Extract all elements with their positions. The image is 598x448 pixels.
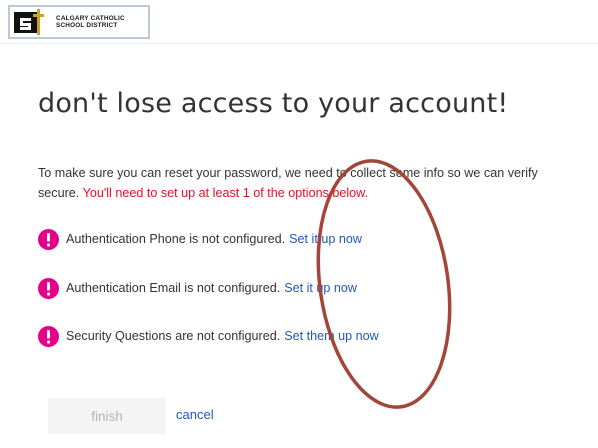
district-logo-mark-icon [14, 9, 44, 35]
finish-button[interactable]: finish [48, 398, 166, 434]
method-status-email: Authentication Email is not configured. [66, 281, 281, 295]
district-name-line1: CALGARY CATHOLIC [56, 14, 125, 22]
page-title: don't lose access to your account! [38, 88, 509, 119]
intro-warning: You'll need to set up at least 1 of the … [82, 186, 369, 200]
exclamation-circle-icon [38, 277, 59, 299]
method-status-questions: Security Questions are not configured. [66, 329, 281, 343]
district-name: CALGARY CATHOLIC SCHOOL DISTRICT [56, 15, 125, 30]
exclamation-circle-icon [38, 228, 59, 250]
method-row-questions: Security Questions are not configured. S… [38, 325, 379, 347]
exclamation-circle-icon [38, 325, 59, 347]
method-row-phone: Authentication Phone is not configured. … [38, 228, 362, 250]
method-row-email: Authentication Email is not configured. … [38, 277, 357, 299]
set-up-email-link[interactable]: Set it up now [284, 281, 357, 295]
set-up-questions-link[interactable]: Set them up now [284, 329, 379, 343]
cancel-link[interactable]: cancel [176, 407, 214, 422]
method-status-phone: Authentication Phone is not configured. [66, 232, 286, 246]
intro-line-2-text: secure. [38, 186, 83, 200]
intro-line-1: To make sure you can reset your password… [38, 166, 538, 180]
annotation-ellipse [316, 159, 452, 409]
district-name-line2: SCHOOL DISTRICT [56, 22, 118, 29]
set-up-phone-link[interactable]: Set it up now [289, 232, 362, 246]
intro-text: To make sure you can reset your password… [38, 163, 598, 203]
district-logo: CALGARY CATHOLIC SCHOOL DISTRICT [8, 5, 150, 39]
intro-line-2: secure. You'll need to set up at least 1… [38, 183, 598, 203]
page-header: CALGARY CATHOLIC SCHOOL DISTRICT [0, 0, 598, 44]
